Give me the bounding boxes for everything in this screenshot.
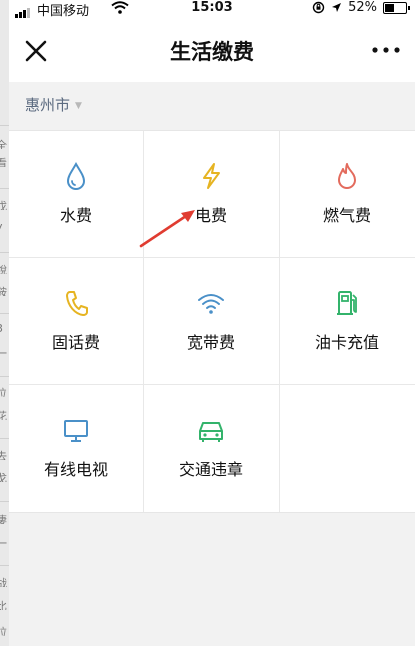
- service-cable-tv[interactable]: 有线电视: [9, 385, 143, 511]
- service-fuel-card[interactable]: 油卡充值: [280, 258, 414, 384]
- service-landline[interactable]: 固话费: [9, 258, 143, 384]
- status-bar: 中国移动 15:03 52%: [9, 0, 415, 19]
- service-gas[interactable]: 燃气费: [280, 131, 414, 257]
- gas-pump-icon: [337, 291, 357, 315]
- battery-icon: [383, 1, 410, 14]
- rotation-lock-icon: [312, 1, 325, 14]
- lightning-icon: [203, 163, 220, 189]
- service-grid: 水费 电费 燃气费 固话费 宽带费 油卡充值 有线电视 交通违章: [9, 130, 415, 513]
- service-label: 有线电视: [43, 460, 108, 479]
- service-label: 水费: [59, 206, 92, 225]
- phone-icon: [66, 291, 88, 316]
- service-water[interactable]: 水费: [9, 131, 143, 257]
- annotation-arrow: [139, 210, 195, 248]
- battery-percent: 52%: [348, 0, 377, 15]
- service-label: 燃气费: [322, 206, 371, 225]
- wifi-icon: [198, 294, 224, 314]
- service-traffic-violation[interactable]: 交通违章: [144, 385, 278, 511]
- car-icon: [199, 422, 223, 442]
- service-label: 油卡充值: [314, 333, 379, 352]
- background-page-edge: 全 看 戊 y 銳 鞍 3 一 位 花 去 戈 凄 一 战 比 拉: [0, 0, 9, 646]
- city-selector[interactable]: 惠州市 ▼: [25, 94, 82, 115]
- page-title: 生活缴费: [170, 40, 254, 64]
- water-drop-icon: [66, 161, 86, 190]
- nav-header: 生活缴费: [9, 18, 415, 82]
- city-name: 惠州市: [25, 96, 71, 114]
- location-arrow-icon: [332, 3, 342, 12]
- flame-icon: [338, 163, 356, 189]
- empty-cell: [280, 385, 414, 511]
- service-label: 交通违章: [178, 460, 243, 479]
- service-label: 宽带费: [186, 333, 235, 352]
- chevron-down-icon: ▼: [75, 100, 82, 111]
- service-broadband[interactable]: 宽带费: [144, 258, 278, 384]
- service-label: 固话费: [51, 333, 100, 352]
- life-payment-screen: 中国移动 15:03 52% 生活缴费 惠州市 ▼ 水费 电费 燃气费 固话费 …: [9, 0, 415, 646]
- more-options-icon[interactable]: [371, 42, 401, 58]
- tv-icon: [64, 420, 88, 442]
